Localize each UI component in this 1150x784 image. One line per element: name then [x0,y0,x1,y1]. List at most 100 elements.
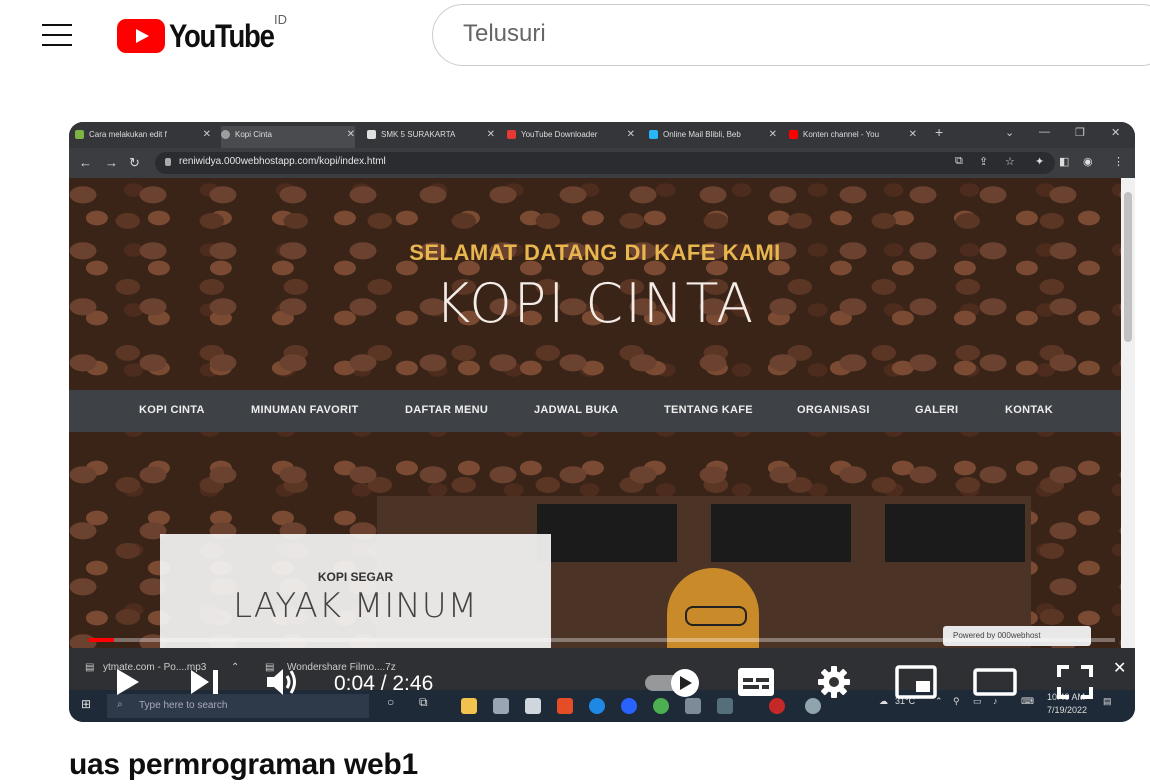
maximize-icon: ❐ [1075,127,1085,139]
settings-app-icon [685,698,701,714]
recorded-website: SELAMAT DATANG DI KAFE KAMI KOPI CINTA K… [69,178,1121,648]
url-text: reniwidya.000webhostapp.com/kopi/index.h… [179,156,386,167]
brand-heading: KOPI CINTA [434,272,756,335]
powered-by-badge: Powered by 000webhost [943,626,1091,646]
notification-icon: ▤ [1103,696,1112,706]
autoplay-toggle-icon[interactable] [643,668,701,698]
mail-icon [525,698,541,714]
battery-icon: ▭ [973,696,982,706]
app-icon [717,698,733,714]
close-icon: ✕ [346,129,355,140]
browser-tab: Kopi Cinta ✕ [221,126,355,148]
close-icon: ✕ [768,129,777,140]
recorded-browser-tabbar: Cara melakukan edit f ✕ Kopi Cinta ✕ SMK 5… [69,122,1135,148]
browser-tab: Online Mail Blibli, Beb ✕ [649,126,777,148]
youtube-logo[interactable]: YouTube ID [117,12,291,54]
close-icon[interactable]: ✕ [1113,658,1126,678]
globe-icon [221,130,230,140]
volume-icon[interactable] [265,666,301,698]
tab-label: YouTube Downloader [521,130,598,139]
app-icon [805,698,821,714]
tab-favicon-icon [789,130,798,140]
lock-icon [165,158,171,166]
task-view-icon: ⧉ [419,695,428,709]
reload-icon: ↻ [129,155,140,170]
site-nav: KOPI CINTA MINUMAN FAVORIT DAFTAR MENU J… [69,390,1121,432]
close-icon: ✕ [908,129,917,140]
volume-tray-icon: ♪ [993,696,998,706]
menu-icon[interactable] [42,24,72,46]
browser-tab: YouTube Downloader ✕ [507,126,635,148]
firefox-icon [621,698,637,714]
card-subtitle: KOPI SEGAR [317,570,394,584]
weather-icon: ☁ [879,696,888,706]
time-display: 0:04 / 2:46 [334,672,434,695]
subtitles-icon[interactable] [737,666,775,698]
profile-icon: ◉ [1083,156,1093,168]
close-icon: ✕ [202,129,211,140]
tab-favicon-icon [367,130,376,140]
tab-favicon-icon [507,130,516,140]
windows-start-icon: ⊞ [81,697,92,711]
close-window-icon: ✕ [1111,127,1121,139]
hero-card: KOPI SEGAR LAYAK MINUM [160,534,551,648]
logo-text: YouTube [169,17,275,54]
fullscreen-icon[interactable] [1057,665,1093,699]
progress-bar[interactable] [89,638,1115,642]
settings-icon[interactable] [817,665,851,699]
tab-favicon-icon [649,130,658,140]
language-indicator: ⌨ [1021,696,1034,706]
tab-label: Cara melakukan edit f [89,130,167,139]
edge-icon [589,698,605,714]
recorded-scrollbar [1121,178,1135,648]
theater-icon[interactable] [973,667,1017,697]
browser-tab: Cara melakukan edit f ✕ [75,126,211,148]
miniplayer-icon[interactable] [895,665,937,699]
bookmark-star-icon: ☆ [1005,156,1015,168]
next-icon[interactable] [189,668,221,696]
tab-label: Kopi Cinta [235,130,272,139]
search-box[interactable] [432,4,1150,66]
url-field: reniwidya.000webhostapp.com/kopi/index.h… [155,152,1055,174]
translate-icon: ⧉ [955,155,963,167]
sidepanel-icon: ◧ [1059,156,1070,168]
more-vertical-icon: ⋮ [1113,156,1124,168]
search-input[interactable] [461,19,1115,49]
play-icon[interactable] [113,667,143,697]
browser-tab: Konten channel - You ✕ [789,126,917,148]
browser-tab: SMK 5 SURAKARTA ✕ [367,126,495,148]
chevron-up-icon: ⌃ [231,662,240,673]
site-nav-item: MINUMAN FAVORIT [251,404,359,416]
chrome-icon [653,698,669,714]
chevron-down-icon: ⌄ [1005,127,1015,139]
clock-date: 7/19/2022 [1047,705,1088,715]
office-icon [557,698,573,714]
menu-board [537,504,677,562]
share-icon: ⇪ [979,156,989,168]
video-player[interactable]: Cara melakukan edit f ✕ Kopi Cinta ✕ SMK 5… [69,122,1135,722]
file-explorer-icon [461,698,477,714]
site-nav-item: DAFTAR MENU [405,404,489,416]
site-nav-item: ORGANISASI [797,404,870,416]
extensions-icon: ✦ [1035,156,1045,168]
barista-figure [667,568,759,648]
menu-board [711,504,851,562]
youtube-play-logo-icon [117,19,165,53]
back-arrow-icon: ← [79,155,92,170]
country-code: ID [274,12,287,27]
site-nav-item: KOPI CINTA [139,404,205,416]
site-nav-item: KONTAK [1005,404,1054,416]
network-icon: ⚲ [953,696,960,706]
scrollbar-thumb [1124,192,1132,342]
progress-played [89,638,114,642]
recorded-address-bar: ← → ↻ reniwidya.000webhostapp.com/kopi/i… [69,148,1135,178]
menu-board [885,504,1025,562]
new-tab-icon: + [935,124,944,140]
card-title: LAYAK MINUM [233,586,478,626]
taskbar-search-placeholder: Type here to search [139,700,228,711]
tab-label: Online Mail Blibli, Beb [663,130,741,139]
tab-favicon-icon [75,130,84,140]
site-nav-item: TENTANG KAFE [664,404,753,416]
store-icon [493,698,509,714]
file-icon: ▤ [85,662,95,673]
